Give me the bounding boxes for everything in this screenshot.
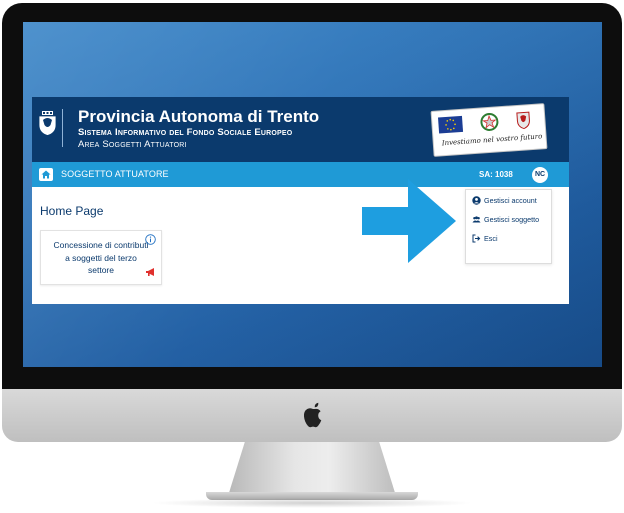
menu-item-gestisci-soggetto[interactable]: Gestisci soggetto — [466, 214, 551, 234]
service-card[interactable]: Concessione di contributi a soggetti del… — [40, 230, 162, 285]
menu-label-esci: Esci — [484, 234, 498, 243]
nav-section-label: SOGGETTO ATTUATORE — [61, 169, 169, 179]
menu-label-gestisci-account: Gestisci account — [484, 196, 537, 205]
user-dropdown-menu: Gestisci account Gestisci soggetto Esci — [465, 189, 552, 264]
site-subtitle: Sistema Informativo del Fondo Sociale Eu… — [78, 127, 293, 138]
sa-code: SA: 1038 — [479, 170, 513, 179]
apple-logo-icon — [303, 402, 322, 428]
service-card-text: Concessione di contributi a soggetti del… — [53, 240, 149, 275]
eu-funding-banner: Investiamo nel vostro futuro — [430, 103, 548, 157]
italy-emblem-icon — [480, 112, 499, 131]
site-title: Provincia Autonoma di Trento — [78, 107, 320, 126]
site-area: Area Soggetti Attuatori — [78, 139, 187, 150]
home-button[interactable] — [39, 168, 53, 181]
menu-label-gestisci-soggetto: Gestisci soggetto — [484, 215, 540, 224]
user-avatar[interactable]: NC — [532, 167, 548, 183]
navbar: SOGGETTO ATTUATORE SA: 1038 NC — [32, 162, 569, 187]
banner-motto: Investiamo nel vostro futuro — [441, 132, 543, 148]
pointer-arrow-icon — [362, 179, 456, 263]
sign-out-icon — [472, 234, 481, 243]
info-icon[interactable] — [145, 234, 156, 245]
menu-item-esci[interactable]: Esci — [466, 233, 551, 253]
floor-shadow — [150, 498, 474, 508]
eu-flag-icon — [438, 115, 464, 134]
trento-shield-icon — [516, 111, 530, 130]
website: Provincia Autonoma di Trento Sistema Inf… — [32, 97, 569, 304]
menu-item-gestisci-account[interactable]: Gestisci account — [466, 195, 551, 215]
imac-screen: Provincia Autonoma di Trento Sistema Inf… — [23, 22, 602, 367]
page-title: Home Page — [40, 204, 104, 218]
user-circle-icon — [472, 196, 481, 205]
users-icon — [472, 216, 481, 223]
site-header: Provincia Autonoma di Trento Sistema Inf… — [32, 97, 569, 162]
megaphone-icon — [146, 268, 154, 276]
imac-stand — [228, 442, 396, 496]
header-divider — [62, 109, 63, 147]
trento-eagle-crest-icon — [38, 111, 57, 136]
home-icon — [41, 170, 51, 179]
